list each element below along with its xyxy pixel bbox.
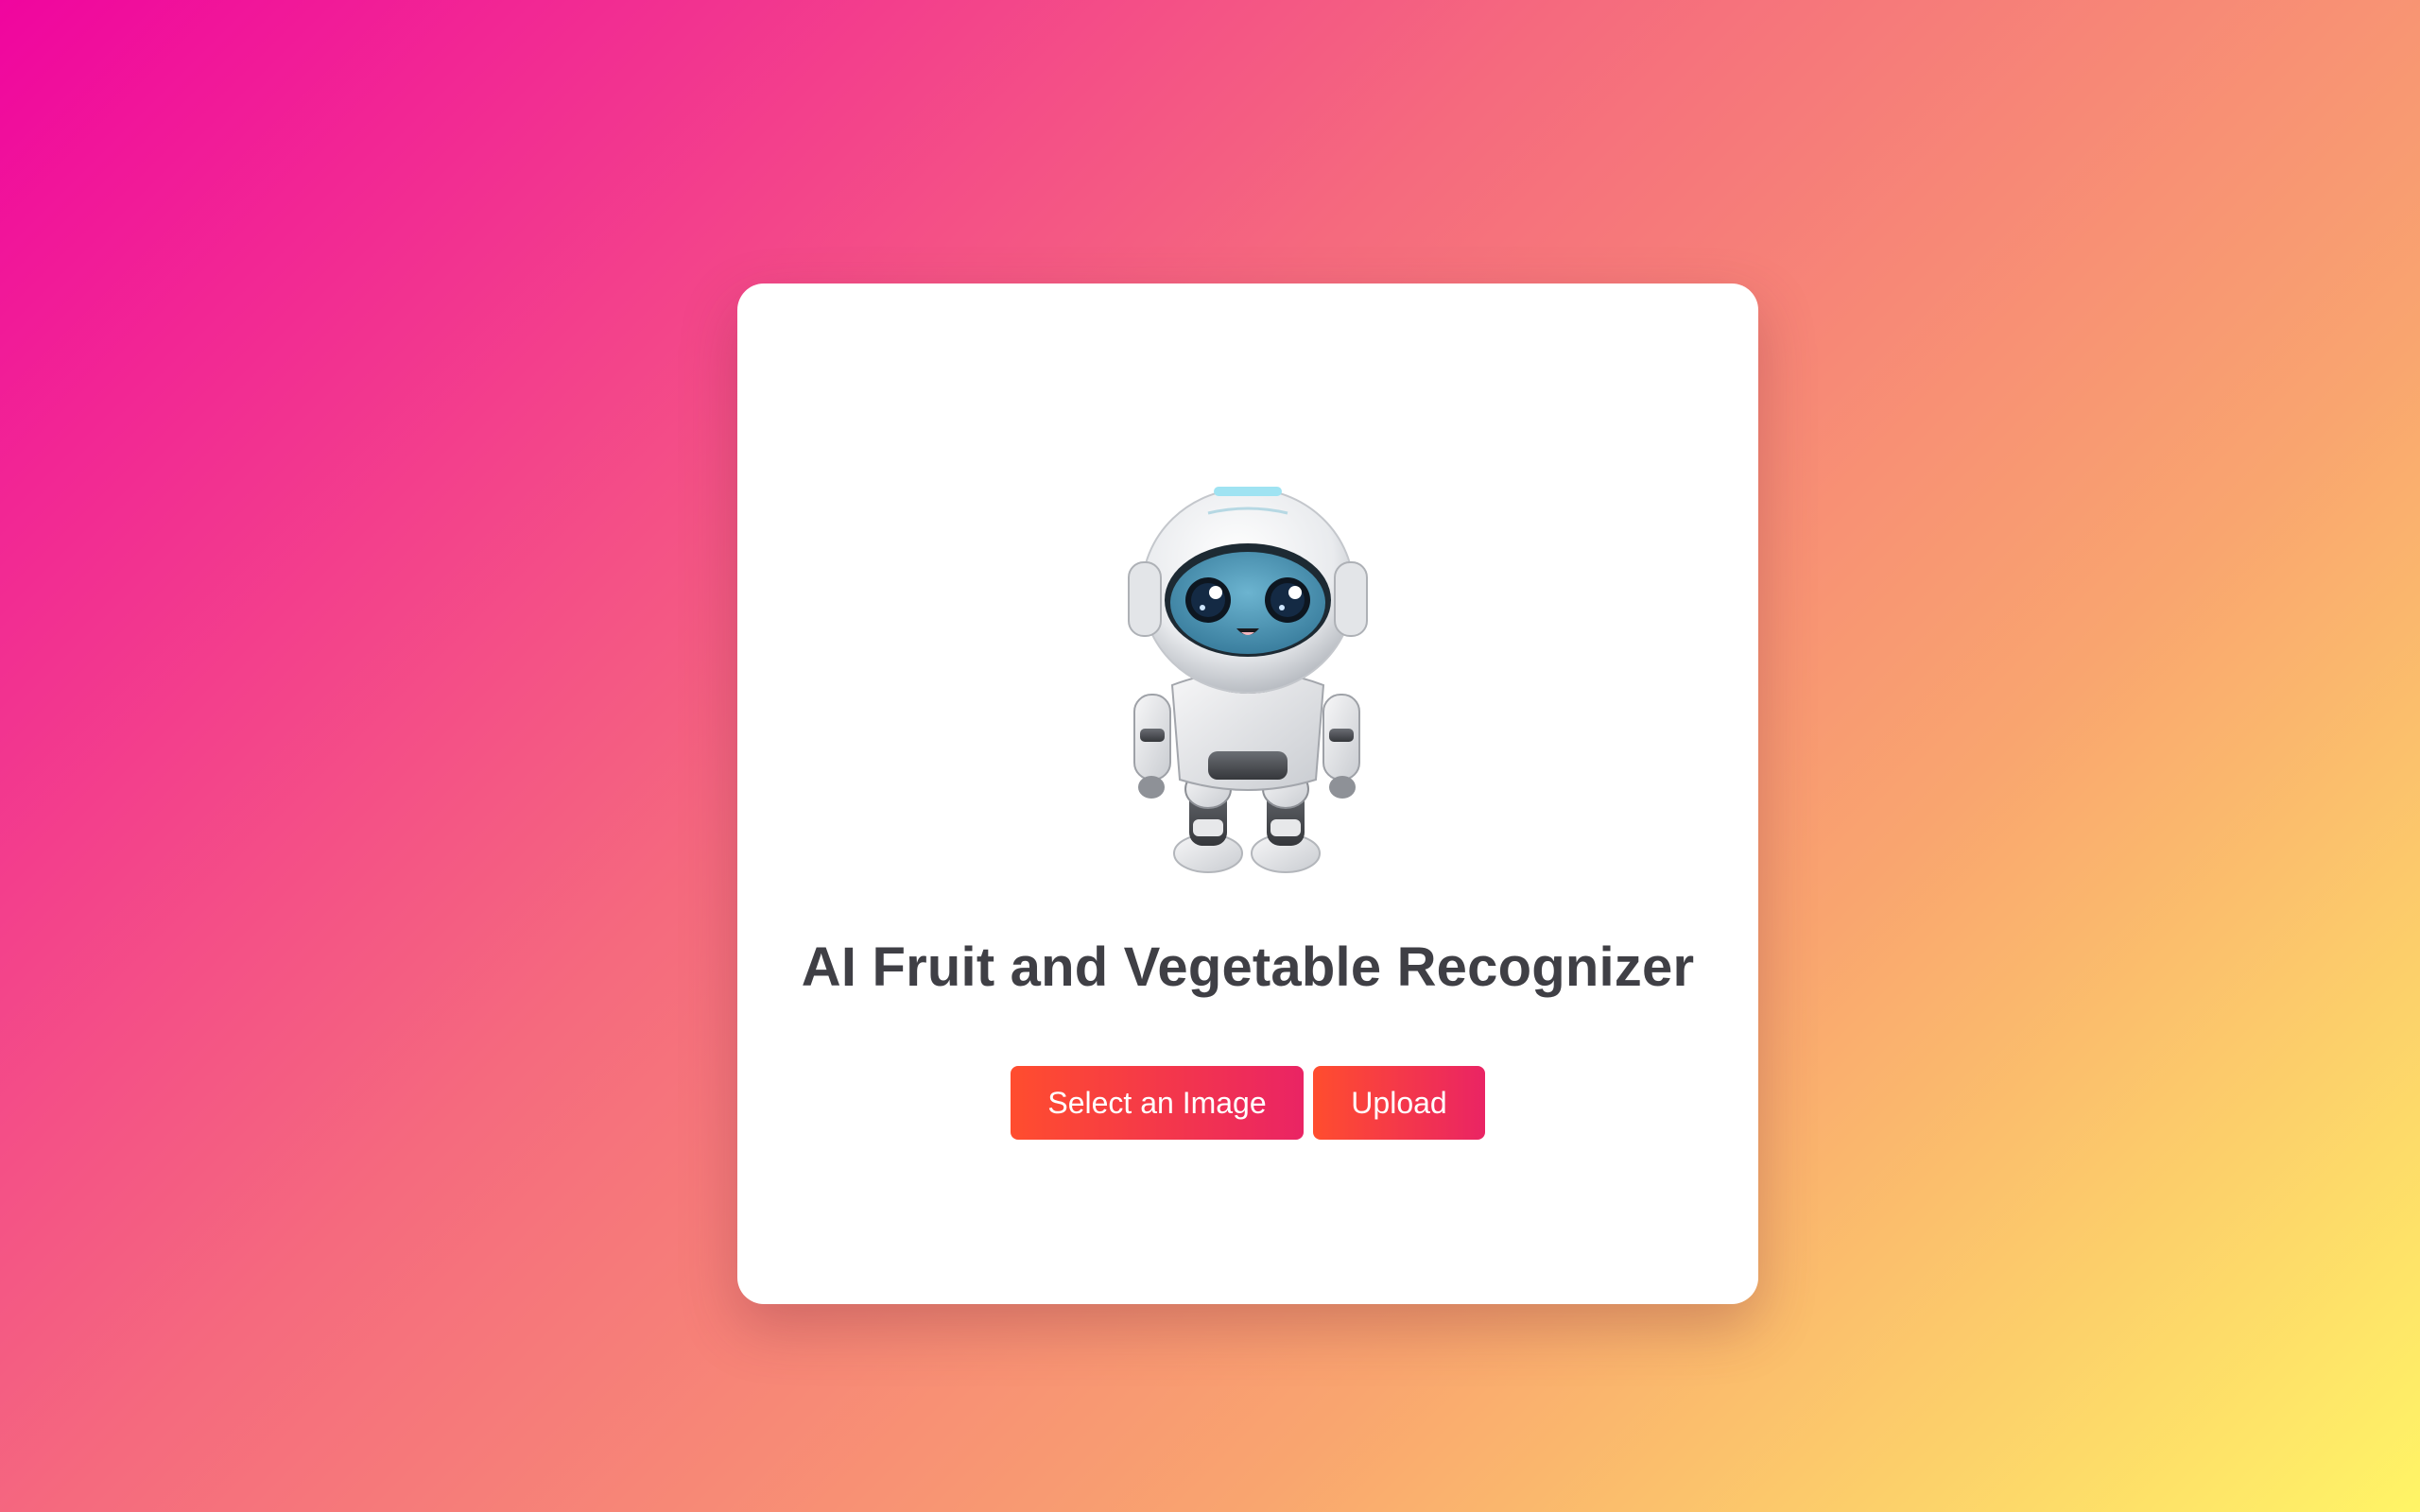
recognizer-card: AI Fruit and Vegetable Recognizer Select… (737, 284, 1758, 1304)
robot-mascot-icon (1097, 468, 1399, 884)
select-image-button[interactable]: Select an Image (1011, 1066, 1304, 1140)
upload-button[interactable]: Upload (1313, 1066, 1485, 1140)
action-buttons: Select an Image Upload (737, 1066, 1758, 1140)
page-title: AI Fruit and Vegetable Recognizer (801, 936, 1695, 998)
